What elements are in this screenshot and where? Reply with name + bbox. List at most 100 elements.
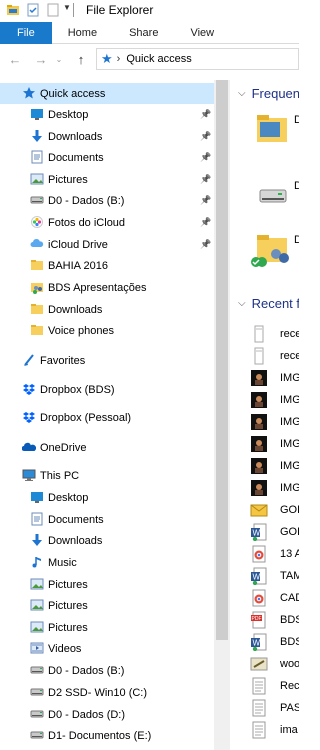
recent-file-item[interactable]: rece (250, 346, 299, 366)
nav-item-label: Videos (48, 642, 82, 655)
folder-icon[interactable] (254, 110, 292, 148)
nav-item[interactable]: Pictures (0, 617, 214, 638)
folder-icon[interactable] (6, 3, 20, 17)
recent-file-item[interactable]: 13 A (250, 544, 299, 564)
nav-item[interactable]: Videos (0, 638, 214, 659)
scrollbar-thumb[interactable] (216, 80, 228, 640)
frequent-folder-label[interactable]: D (294, 180, 299, 192)
tab-home[interactable]: Home (52, 22, 113, 44)
nav-item[interactable]: Downloads (0, 299, 214, 320)
frequent-folders-header[interactable]: ⌵ Frequen (238, 86, 299, 101)
nav-item[interactable]: Quick access (0, 83, 214, 104)
recent-files-header[interactable]: ⌵ Recent f (238, 296, 299, 311)
recent-file-item[interactable]: IMG (250, 368, 299, 388)
nav-item[interactable]: Pictures (0, 595, 214, 616)
nav-item[interactable]: This PC (0, 465, 214, 486)
nav-item[interactable]: Downloads 📌 (0, 126, 214, 147)
recent-file-item[interactable]: IMG (250, 456, 299, 476)
recent-file-item[interactable]: IMG (250, 434, 299, 454)
pin-icon[interactable]: 📌 (200, 217, 211, 228)
recent-file-item[interactable]: IMG (250, 390, 299, 410)
recent-file-item[interactable]: rece (250, 324, 299, 344)
recent-file-item[interactable]: GOL (250, 500, 299, 520)
image-icon (250, 391, 268, 409)
nav-item[interactable]: Dropbox (BDS) (0, 379, 214, 400)
content-pane: ⌵ Frequen ⌵ Recent f D D Drece rece IMG IMG IM… (232, 80, 299, 750)
nav-item[interactable]: OneDrive (0, 437, 214, 458)
pin-icon[interactable]: 📌 (200, 195, 211, 206)
nav-item[interactable]: Documents 📌 (0, 147, 214, 168)
recent-file-label: IMG (280, 438, 299, 450)
word-icon: W (250, 567, 268, 586)
desktop-folder-icon (30, 107, 44, 121)
pictures-folder-icon (30, 577, 44, 591)
pictures-folder-icon (30, 172, 44, 186)
nav-item[interactable]: Documents (0, 509, 214, 530)
recent-file-item[interactable]: IMG (250, 412, 299, 432)
pin-icon[interactable]: 📌 (200, 174, 211, 185)
chevron-right-icon[interactable]: › (117, 53, 121, 65)
new-folder-icon[interactable] (46, 3, 60, 17)
properties-icon[interactable] (26, 3, 40, 17)
back-arrow-icon[interactable]: ← (6, 52, 24, 67)
nav-scrollbar[interactable] (214, 80, 230, 750)
mail-icon (250, 501, 268, 519)
drive-icon[interactable] (254, 176, 292, 214)
text-file-icon (250, 677, 268, 695)
tab-share[interactable]: Share (113, 22, 174, 44)
recent-file-item[interactable]: PDF BDS (250, 610, 299, 630)
nav-item[interactable]: Pictures 📌 (0, 169, 214, 190)
nav-item[interactable]: Music (0, 552, 214, 573)
shared-folder-icon[interactable] (251, 230, 292, 268)
recent-locations-chevron-icon[interactable]: ⌄ (54, 55, 64, 64)
pin-icon[interactable]: 📌 (200, 131, 211, 142)
customize-toolbar-icon[interactable]: ▼ (63, 3, 71, 17)
tab-file[interactable]: File (0, 22, 52, 44)
nav-item[interactable]: Desktop 📌 (0, 104, 214, 125)
forward-arrow-icon[interactable]: → (32, 52, 50, 67)
nav-item[interactable]: D1- Documentos (E:) (0, 725, 214, 746)
nav-item[interactable]: Fotos do iCloud 📌 (0, 212, 214, 233)
nav-item[interactable]: Dropbox (Pessoal) (0, 407, 214, 428)
nav-item[interactable]: Voice phones (0, 320, 214, 341)
nav-item[interactable]: iCloud Drive 📌 (0, 234, 214, 255)
divider (73, 3, 74, 17)
svg-text:W: W (253, 529, 261, 538)
frequent-folder-label[interactable]: D (294, 114, 299, 126)
chrome-doc-icon (250, 545, 268, 563)
nav-item[interactable]: D0 - Dados (B:) (0, 660, 214, 681)
up-arrow-icon[interactable]: ↑ (72, 52, 90, 67)
address-field[interactable]: ★ › Quick access (96, 48, 299, 70)
pin-icon[interactable]: 📌 (200, 152, 211, 163)
recent-file-item[interactable]: W TAM (250, 566, 299, 586)
recent-file-item[interactable]: woo (250, 654, 299, 674)
nav-item[interactable]: Pictures (0, 574, 214, 595)
pin-icon[interactable]: 📌 (200, 239, 211, 250)
tab-view[interactable]: View (174, 22, 230, 44)
recent-file-item[interactable]: PASS (250, 698, 299, 718)
nav-item-label: Voice phones (48, 324, 115, 337)
nav-item[interactable]: Favorites (0, 350, 214, 371)
pin-icon[interactable]: 📌 (200, 109, 211, 120)
nav-item-label: BAHIA 2016 (48, 259, 108, 272)
nav-item-label: Downloads (48, 130, 103, 143)
recent-file-item[interactable]: W GOL (250, 522, 299, 542)
nav-item[interactable]: D2 SSD- Win10 (C:) (0, 682, 214, 703)
nav-item-label: Dropbox (BDS) (40, 383, 115, 396)
nav-item-label: D1- Documentos (E:) (48, 729, 152, 742)
nav-item[interactable]: Desktop (0, 487, 214, 508)
frequent-folder-label[interactable]: D (294, 234, 299, 246)
nav-item[interactable]: D0 - Dados (D:) (0, 704, 214, 725)
nav-item[interactable]: D0 - Dados (B:) 📌 (0, 190, 214, 211)
nav-item[interactable]: Downloads (0, 530, 214, 551)
image-icon (250, 479, 268, 497)
recent-file-item[interactable]: CAD (250, 588, 299, 608)
recent-file-item[interactable]: Rece (250, 676, 299, 696)
nav-item[interactable]: BAHIA 2016 (0, 255, 214, 276)
recent-file-item[interactable]: IMG (250, 478, 299, 498)
nav-item[interactable]: BDS Apresentações (0, 277, 214, 298)
recent-file-item[interactable]: ima (250, 720, 299, 740)
svg-text:W: W (253, 573, 261, 582)
documents-folder-icon (30, 512, 44, 526)
recent-file-item[interactable]: W BDS (250, 632, 299, 652)
